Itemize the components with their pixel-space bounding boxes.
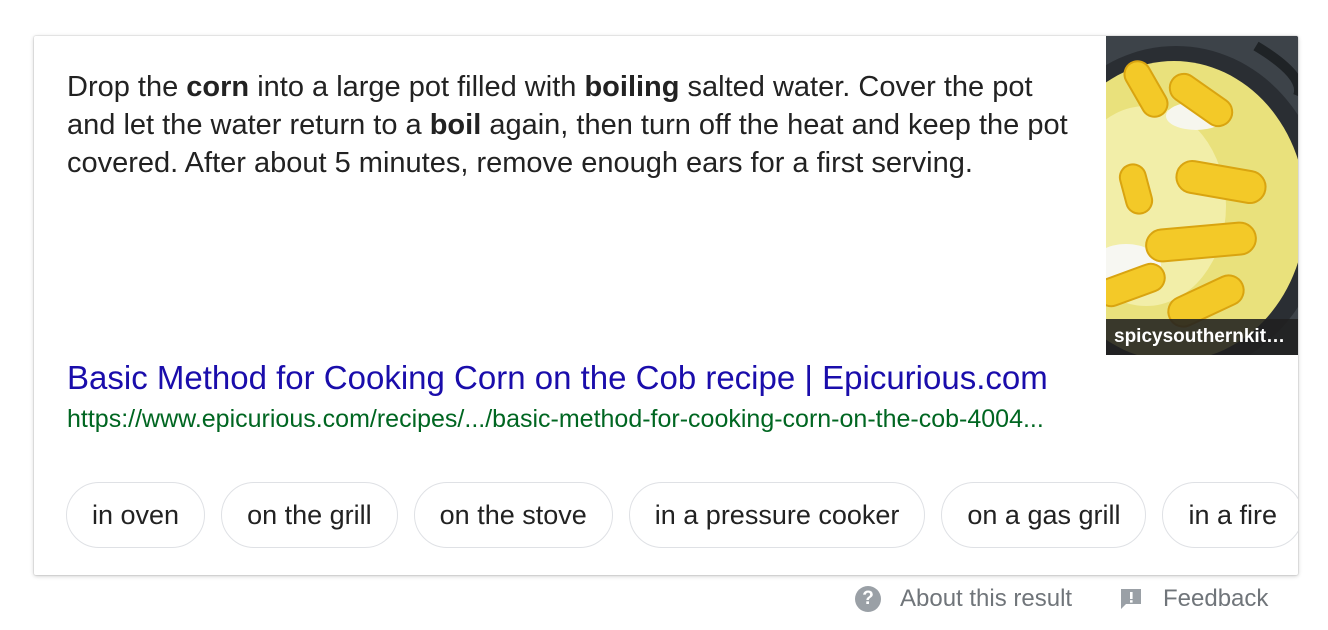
feedback-label: Feedback — [1163, 585, 1269, 612]
snippet-highlight: boil — [429, 109, 482, 141]
feedback-flag-icon — [1121, 589, 1141, 609]
chip-in-oven[interactable]: in oven — [66, 482, 206, 548]
about-this-result-label: About this result — [900, 585, 1073, 612]
feedback-link[interactable]: Feedback — [1118, 582, 1268, 616]
snippet-text: Drop the corn into a large pot filled wi… — [67, 68, 1077, 182]
related-chips: in oven on the grill on the stove in a p… — [66, 482, 1298, 548]
chip-on-a-gas-grill[interactable]: on a gas grill — [941, 482, 1147, 548]
chip-on-the-grill[interactable]: on the grill — [221, 482, 398, 548]
about-this-result[interactable]: ? About this result — [855, 582, 1072, 616]
chip-in-a-fire[interactable]: in a fire — [1162, 482, 1298, 548]
snippet-part: Drop the — [67, 71, 187, 103]
help-circle-icon: ? — [855, 586, 881, 612]
result-url: https://www.epicurious.com/recipes/.../b… — [67, 405, 1044, 433]
chip-in-a-pressure-cooker[interactable]: in a pressure cooker — [628, 482, 926, 548]
corn-pot-image — [1106, 36, 1298, 355]
snippet-highlight: corn — [186, 71, 250, 103]
thumbnail-source-caption: spicysouthernkit… — [1106, 319, 1298, 355]
snippet-part: into a large pot filled with — [249, 71, 585, 103]
result-title-link[interactable]: Basic Method for Cooking Corn on the Cob… — [67, 356, 1048, 400]
featured-snippet-card: Drop the corn into a large pot filled wi… — [34, 36, 1298, 575]
chip-on-the-stove[interactable]: on the stove — [413, 482, 613, 548]
snippet-thumbnail[interactable]: spicysouthernkit… — [1106, 36, 1298, 355]
snippet-highlight: boiling — [584, 71, 680, 103]
